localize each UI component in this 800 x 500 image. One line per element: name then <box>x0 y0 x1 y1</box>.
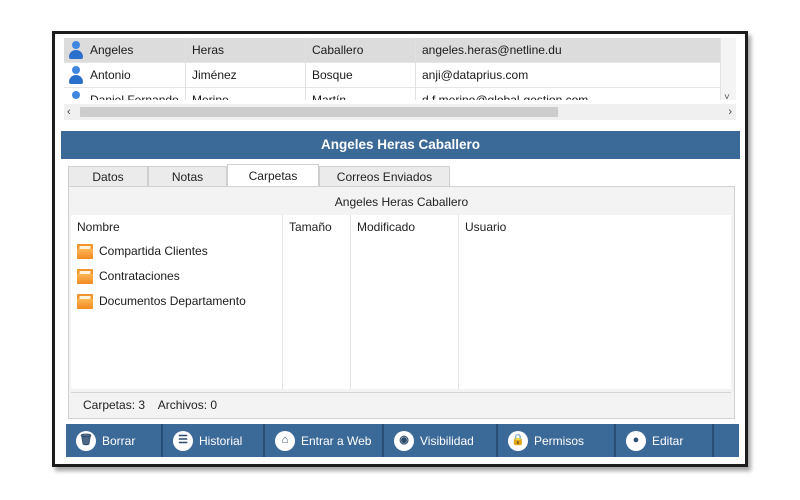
tab-correos-enviados[interactable]: Correos Enviados <box>319 166 450 187</box>
folder-status-bar: Carpetas: 3 Archivos: 0 <box>71 392 731 416</box>
contacts-horizontal-scrollbar[interactable]: ‹ › <box>64 104 736 120</box>
scroll-down-icon[interactable]: ˅ <box>724 93 730 103</box>
folder-list: Nombre Compartida Clientes Contratacione… <box>71 215 731 389</box>
person-icon <box>64 88 88 101</box>
app-window: Angeles Heras Caballero angeles.heras@ne… <box>52 31 748 467</box>
folder-name: Compartida Clientes <box>99 244 208 258</box>
borrar-label: Borrar <box>102 433 136 448</box>
contacts-vertical-scrollbar[interactable]: ˅ <box>720 38 736 103</box>
folder-row[interactable]: Contrataciones <box>77 265 180 287</box>
folder-count: Carpetas: 3 <box>83 398 146 412</box>
contact-last-name-2: Bosque <box>306 62 416 88</box>
column-header-usuario[interactable]: Usuario <box>459 215 506 239</box>
column-header-nombre[interactable]: Nombre <box>71 215 120 239</box>
contact-last-name-1: Merino <box>186 87 306 100</box>
person-icon <box>64 38 88 63</box>
user-icon: ● <box>626 430 646 451</box>
folder-icon <box>77 293 93 309</box>
contact-email: angeles.heras@netline.du <box>422 42 562 57</box>
folder-name: Documentos Departamento <box>99 294 246 308</box>
contact-row[interactable]: Angeles Heras Caballero angeles.heras@ne… <box>64 38 720 63</box>
historial-label: Historial <box>199 433 243 448</box>
contact-last-name-1: Jiménez <box>186 62 306 88</box>
contact-last-name-1: Heras <box>186 38 306 63</box>
trash-icon: 🗑 <box>76 430 96 451</box>
scroll-right-icon[interactable]: › <box>728 106 732 118</box>
historial-button[interactable]: ☰ Historial <box>163 424 265 457</box>
permisos-button[interactable]: 🔒 Permisos <box>498 424 616 457</box>
column-tamano: Tamaño <box>283 215 351 389</box>
permisos-label: Permisos <box>534 433 585 448</box>
visibility-icon: ◉ <box>394 430 414 451</box>
column-header-modificado[interactable]: Modificado <box>351 215 415 239</box>
tab-carpetas[interactable]: Carpetas <box>227 164 319 186</box>
contact-first-name: Daniel Fernando <box>88 87 186 100</box>
detail-tabs: Datos Notas Carpetas Correos Enviados <box>68 164 450 187</box>
contact-email: anji@dataprius.com <box>422 67 529 82</box>
borrar-button[interactable]: 🗑 Borrar <box>66 424 163 457</box>
entrar-a-web-button[interactable]: ⌂ Entrar a Web <box>265 424 384 457</box>
column-header-tamano[interactable]: Tamaño <box>283 215 332 239</box>
visibilidad-button[interactable]: ◉ Visibilidad <box>384 424 498 457</box>
contact-last-name-2: Caballero <box>306 38 416 63</box>
column-usuario: Usuario <box>459 215 731 389</box>
lock-icon: 🔒 <box>508 430 528 451</box>
contact-row[interactable]: Daniel Fernando Merino Martín d.f.merino… <box>64 87 720 101</box>
editar-button[interactable]: ● Editar <box>616 424 714 457</box>
folder-row[interactable]: Compartida Clientes <box>77 240 208 262</box>
panel-title: Angeles Heras Caballero <box>334 195 469 209</box>
column-nombre: Nombre Compartida Clientes Contratacione… <box>71 215 283 389</box>
tab-notas[interactable]: Notas <box>148 166 227 187</box>
contact-first-name: Angeles <box>88 38 186 63</box>
home-icon: ⌂ <box>275 430 295 451</box>
person-icon <box>64 63 88 88</box>
folder-row[interactable]: Documentos Departamento <box>77 290 246 312</box>
folder-icon <box>77 268 93 284</box>
file-count: Archivos: 0 <box>157 398 218 412</box>
list-icon: ☰ <box>173 430 193 451</box>
tab-datos[interactable]: Datos <box>68 166 148 187</box>
contact-detail-title: Angeles Heras Caballero <box>61 131 740 159</box>
visibilidad-label: Visibilidad <box>420 433 474 448</box>
entrar-a-web-label: Entrar a Web <box>301 433 372 448</box>
action-toolbar: 🗑 Borrar ☰ Historial ⌂ Entrar a Web ◉ Vi… <box>66 424 739 457</box>
contact-email: d.f.merino@global-gestion.com <box>422 92 589 101</box>
scroll-left-icon[interactable]: ‹ <box>67 106 71 118</box>
contacts-table: Angeles Heras Caballero angeles.heras@ne… <box>64 38 720 100</box>
contact-row[interactable]: Antonio Jiménez Bosque anji@dataprius.co… <box>64 62 720 88</box>
carpetas-panel: Angeles Heras Caballero Nombre Compartid… <box>68 186 735 419</box>
folder-name: Contrataciones <box>99 269 180 283</box>
folder-icon <box>77 243 93 259</box>
column-modificado: Modificado <box>351 215 459 389</box>
scrollbar-thumb[interactable] <box>80 107 558 117</box>
contact-last-name-2: Martín <box>306 87 416 100</box>
contact-first-name: Antonio <box>88 62 186 88</box>
editar-label: Editar <box>652 433 684 448</box>
